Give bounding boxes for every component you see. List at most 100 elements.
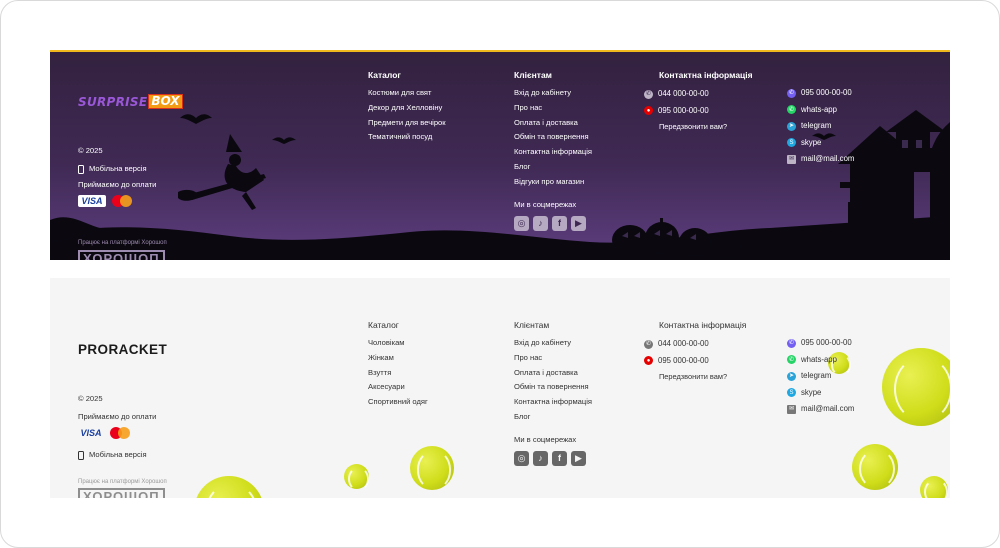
phone-icon: ✆ — [644, 89, 653, 99]
footer-proracket: PRORACKET © 2025 Приймаємо до оплати VIS… — [50, 278, 950, 498]
clients-title: Клієнтам — [514, 70, 552, 80]
contacts-title: Контактна інформація — [659, 70, 753, 80]
messengers-column: ✆ 095 000-00-00 ✆ whats-app ➤ telegram S… — [787, 335, 854, 418]
mobile-phone-icon — [78, 164, 84, 174]
khoroshop-logo[interactable]: ХОРОШОП — [78, 488, 165, 498]
email-link[interactable]: ✉ mail@mail.com — [787, 401, 854, 418]
skype-icon: S — [787, 388, 796, 398]
tennis-ball-decoration — [852, 444, 898, 490]
clients-link[interactable]: Обмін та повернення — [514, 130, 592, 145]
copyright: © 2025 — [78, 146, 103, 155]
clients-link[interactable]: Вхід до кабінету — [514, 86, 592, 101]
clients-link[interactable]: Блог — [514, 160, 592, 175]
viber-icon: ✆ — [787, 338, 796, 348]
payment-label: Приймаємо до оплати — [78, 180, 157, 189]
skype-label: skype — [801, 387, 822, 397]
clients-link[interactable]: Вхід до кабінету — [514, 336, 592, 351]
clients-column: Клієнтам Вхід до кабінету Про нас Оплата… — [514, 320, 592, 466]
visa-icon: VISA — [78, 195, 106, 207]
platform-credit[interactable]: Працює на платформі Хорошоп — [78, 240, 167, 246]
catalog-link[interactable]: Декор для Хелловіну — [368, 101, 446, 116]
telegram-link[interactable]: ➤ telegram — [787, 118, 854, 135]
skype-icon: S — [787, 138, 796, 148]
phone-number: 044 000-00-00 — [658, 89, 709, 98]
tiktok-icon[interactable]: ♪ — [533, 450, 548, 466]
youtube-icon[interactable]: ▶ — [571, 450, 586, 466]
catalog-link[interactable]: Взуття — [368, 366, 428, 381]
catalog-link[interactable]: Чоловікам — [368, 336, 428, 351]
email-link[interactable]: ✉ mail@mail.com — [787, 151, 854, 168]
logo-text-surprise: SURPRISE — [78, 94, 148, 109]
clients-link[interactable]: Контактна інформація — [514, 145, 592, 160]
mobile-phone-link[interactable]: ● 095 000-00-00 — [644, 103, 774, 120]
mastercard-icon — [110, 427, 130, 439]
clients-column: Клієнтам Вхід до кабінету Про нас Оплата… — [514, 70, 592, 231]
callback-link[interactable]: Передзвонити вам? — [659, 372, 774, 381]
youtube-icon[interactable]: ▶ — [571, 215, 586, 231]
payment-methods: VISA — [78, 427, 130, 439]
messengers-column: ✆ 095 000-00-00 ✆ whats-app ➤ telegram S… — [787, 85, 854, 168]
clients-link[interactable]: Про нас — [514, 351, 592, 366]
viber-number: 095 000-00-00 — [801, 88, 852, 97]
contacts-title: Контактна інформація — [659, 320, 747, 330]
telegram-label: telegram — [801, 371, 832, 380]
mobile-phone-link[interactable]: ● 095 000-00-00 — [644, 353, 774, 370]
mastercard-icon — [112, 195, 132, 207]
clients-link[interactable]: Оплата і доставка — [514, 116, 592, 131]
whatsapp-link[interactable]: ✆ whats-app — [787, 102, 854, 119]
tiktok-icon[interactable]: ♪ — [533, 215, 548, 231]
clients-link[interactable]: Відгуки про магазин — [514, 175, 592, 190]
telegram-link[interactable]: ➤ telegram — [787, 368, 854, 385]
catalog-link[interactable]: Предмети для вечірок — [368, 116, 446, 131]
phone-number: 044 000-00-00 — [658, 339, 709, 348]
tennis-ball-decoration — [194, 476, 264, 498]
tennis-ball-decoration — [410, 446, 454, 490]
contacts-column: Контактна інформація ✆ 044 000-00-00 ● 0… — [644, 70, 774, 131]
callback-link[interactable]: Передзвонити вам? — [659, 122, 774, 131]
viber-icon: ✆ — [787, 88, 796, 98]
khoroshop-logo[interactable]: ХОРОШОП — [78, 250, 165, 260]
catalog-link[interactable]: Аксесуари — [368, 380, 428, 395]
phone-link[interactable]: ✆ 044 000-00-00 — [644, 86, 774, 103]
clients-link[interactable]: Обмін та повернення — [514, 380, 592, 395]
telegram-label: telegram — [801, 121, 832, 130]
proracket-logo[interactable]: PRORACKET — [78, 342, 167, 357]
instagram-icon[interactable]: ◎ — [514, 215, 529, 231]
mobile-version-label: Мобільна версія — [89, 164, 147, 173]
phone-link[interactable]: ✆ 044 000-00-00 — [644, 336, 774, 353]
tennis-ball-decoration — [344, 464, 370, 491]
instagram-icon[interactable]: ◎ — [514, 450, 529, 466]
viber-link[interactable]: ✆ 095 000-00-00 — [787, 335, 854, 352]
mobile-version-link[interactable]: Мобільна версія — [78, 164, 147, 174]
phone-number: 095 000-00-00 — [658, 105, 709, 115]
catalog-link[interactable]: Костюми для свят — [368, 86, 446, 101]
mail-icon: ✉ — [787, 404, 796, 414]
payment-label: Приймаємо до оплати — [78, 412, 157, 421]
clients-link[interactable]: Оплата і доставка — [514, 366, 592, 381]
facebook-icon[interactable]: f — [552, 215, 567, 231]
surprise-box-logo[interactable]: SURPRISE BOX — [78, 94, 183, 109]
skype-link[interactable]: S skype — [787, 385, 854, 402]
proracket-logo-text: PRORACKET — [78, 342, 168, 357]
clients-link[interactable]: Блог — [514, 410, 592, 425]
clients-link[interactable]: Контактна інформація — [514, 395, 592, 410]
mobile-version-link[interactable]: Мобільна версія — [78, 450, 147, 460]
mail-icon: ✉ — [787, 154, 796, 164]
tennis-ball-decoration — [920, 476, 948, 498]
facebook-icon[interactable]: f — [552, 450, 567, 466]
mobile-phone-icon — [78, 450, 84, 460]
platform-credit[interactable]: Працює на платформі Хорошоп — [78, 479, 167, 485]
catalog-link[interactable]: Жінкам — [368, 351, 428, 366]
catalog-link[interactable]: Тематичний посуд — [368, 130, 446, 145]
social-links: ◎ ♪ f ▶ — [514, 215, 592, 231]
email-address: mail@mail.com — [801, 404, 855, 413]
footer-halloween: SURPRISE BOX © 2025 Мобільна версія Прий… — [50, 50, 950, 260]
catalog-link[interactable]: Спортивний одяг — [368, 395, 428, 410]
clients-link[interactable]: Про нас — [514, 101, 592, 116]
whatsapp-link[interactable]: ✆ whats-app — [787, 352, 854, 369]
viber-link[interactable]: ✆ 095 000-00-00 — [787, 85, 854, 102]
skype-link[interactable]: S skype — [787, 135, 854, 152]
phone-number: 095 000-00-00 — [658, 355, 709, 365]
phone-icon: ✆ — [644, 339, 653, 349]
mobile-version-label: Мобільна версія — [89, 450, 147, 459]
